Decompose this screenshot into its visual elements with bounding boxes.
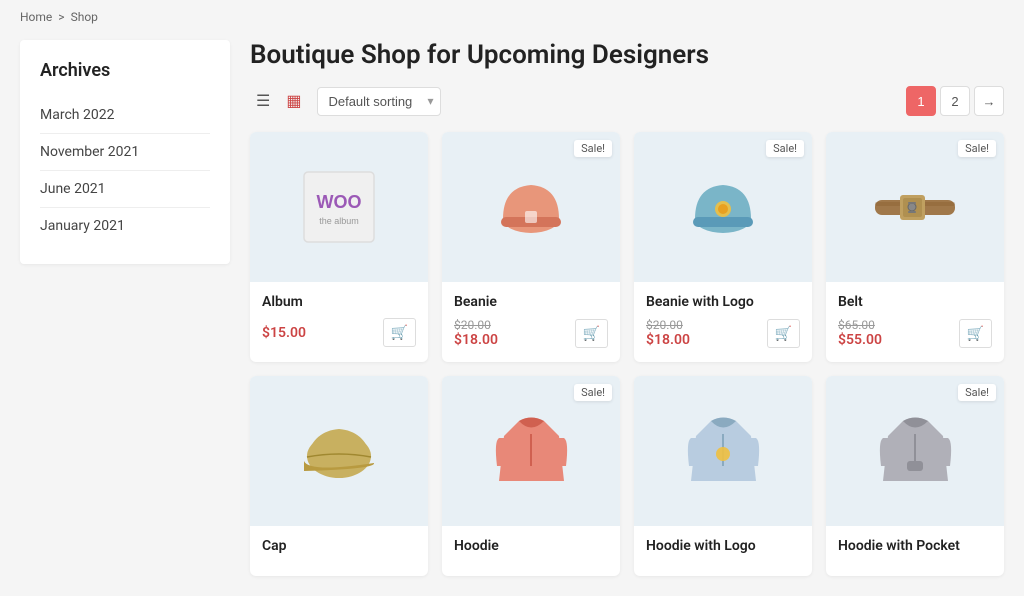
product-image [870, 162, 960, 252]
page-button-next[interactable]: → [974, 86, 1004, 116]
sale-badge: Sale! [958, 140, 996, 157]
product-card[interactable]: Sale! Belt $65.00 $55.00 🛒 [826, 132, 1004, 362]
product-image [678, 406, 768, 496]
product-image-area: Sale! [634, 132, 812, 282]
sidebar-item[interactable]: March 2022 [40, 97, 210, 134]
product-pricing: $20.00 $18.00 🛒 [646, 318, 800, 348]
page-button-2[interactable]: 2 [940, 86, 970, 116]
cart-icon: 🛒 [583, 325, 600, 342]
sidebar-title: Archives [40, 60, 210, 81]
product-card[interactable]: WOO the album Album $15.00 🛒 [250, 132, 428, 362]
product-name: Hoodie with Logo [646, 538, 800, 554]
sidebar-item[interactable]: June 2021 [40, 171, 210, 208]
product-pricing: $65.00 $55.00 🛒 [838, 318, 992, 348]
product-grid: WOO the album Album $15.00 🛒 Sale! B [250, 132, 1004, 576]
cart-icon: 🛒 [775, 325, 792, 342]
product-info: Beanie $20.00 $18.00 🛒 [442, 282, 620, 362]
sale-badge: Sale! [958, 384, 996, 401]
cart-icon: 🛒 [967, 325, 984, 342]
list-icon: ☰ [256, 91, 270, 111]
product-pricing: $20.00 $18.00 🛒 [454, 318, 608, 348]
add-to-cart-button[interactable]: 🛒 [959, 319, 992, 348]
add-to-cart-button[interactable]: 🛒 [575, 319, 608, 348]
product-info: Hoodie [442, 526, 620, 576]
product-image-area: Sale! [826, 376, 1004, 526]
price-original: $20.00 [454, 318, 498, 332]
product-card[interactable]: Sale! Hoodie [442, 376, 620, 576]
price-sale: $18.00 [646, 332, 690, 348]
product-image: WOO the album [294, 162, 384, 252]
svg-text:WOO: WOO [317, 192, 362, 212]
pagination: 12→ [906, 86, 1004, 116]
product-image-area: Sale! [442, 132, 620, 282]
sale-badge: Sale! [574, 384, 612, 401]
sidebar-box: Archives March 2022November 2021June 202… [20, 40, 230, 264]
sidebar-item[interactable]: January 2021 [40, 208, 210, 244]
product-name: Beanie [454, 294, 608, 310]
view-grid-button[interactable]: ▦ [280, 87, 307, 115]
product-name: Album [262, 294, 416, 310]
price-original: $20.00 [646, 318, 690, 332]
sidebar-item[interactable]: November 2021 [40, 134, 210, 171]
product-info: Beanie with Logo $20.00 $18.00 🛒 [634, 282, 812, 362]
view-icons: ☰ ▦ [250, 87, 307, 115]
view-list-button[interactable]: ☰ [250, 87, 276, 115]
product-info: Belt $65.00 $55.00 🛒 [826, 282, 1004, 362]
product-image-area: Sale! [826, 132, 1004, 282]
price-sale: $55.00 [838, 332, 882, 348]
breadcrumb-home[interactable]: Home [20, 10, 52, 24]
sidebar: Archives March 2022November 2021June 202… [20, 40, 230, 576]
product-pricing: $15.00 🛒 [262, 318, 416, 347]
product-name: Belt [838, 294, 992, 310]
product-image [678, 162, 768, 252]
price-sale: $18.00 [454, 332, 498, 348]
product-card[interactable]: Sale! Hoodie with Pocket [826, 376, 1004, 576]
price-group: $65.00 $55.00 [838, 318, 882, 348]
cart-icon: 🛒 [391, 324, 408, 341]
product-image-area: Sale! [442, 376, 620, 526]
price-group: $20.00 $18.00 [454, 318, 498, 348]
product-info: Hoodie with Pocket [826, 526, 1004, 576]
product-name: Hoodie [454, 538, 608, 554]
product-info: Album $15.00 🛒 [250, 282, 428, 361]
price-single: $15.00 [262, 325, 306, 341]
product-card[interactable]: Cap [250, 376, 428, 576]
toolbar: ☰ ▦ Default sorting 12→ [250, 86, 1004, 116]
product-name: Hoodie with Pocket [838, 538, 992, 554]
sidebar-items: March 2022November 2021June 2021January … [40, 97, 210, 244]
product-name: Cap [262, 538, 416, 554]
breadcrumb-current: Shop [71, 10, 98, 24]
product-image-area: WOO the album [250, 132, 428, 282]
page-wrapper: Home > Shop Archives March 2022November … [0, 0, 1024, 596]
shop-title: Boutique Shop for Upcoming Designers [250, 40, 1004, 70]
product-info: Hoodie with Logo [634, 526, 812, 576]
product-image [294, 406, 384, 496]
toolbar-left: ☰ ▦ Default sorting [250, 87, 441, 116]
sort-select-wrap: Default sorting [317, 87, 441, 116]
add-to-cart-button[interactable]: 🛒 [767, 319, 800, 348]
breadcrumb: Home > Shop [20, 10, 1004, 24]
product-image [486, 162, 576, 252]
product-card[interactable]: Sale! Beanie $20.00 $18.00 🛒 [442, 132, 620, 362]
product-name: Beanie with Logo [646, 294, 800, 310]
grid-icon: ▦ [286, 91, 301, 111]
product-card[interactable]: Sale! Beanie with Logo $20.00 $18.00 🛒 [634, 132, 812, 362]
product-image-area [250, 376, 428, 526]
svg-text:the album: the album [319, 216, 359, 226]
product-image [486, 406, 576, 496]
product-card[interactable]: Hoodie with Logo [634, 376, 812, 576]
add-to-cart-button[interactable]: 🛒 [383, 318, 416, 347]
product-image [870, 406, 960, 496]
page-button-1[interactable]: 1 [906, 86, 936, 116]
sort-select[interactable]: Default sorting [317, 87, 441, 116]
product-info: Cap [250, 526, 428, 576]
main-content: Boutique Shop for Upcoming Designers ☰ ▦ [250, 40, 1004, 576]
sale-badge: Sale! [766, 140, 804, 157]
sale-badge: Sale! [574, 140, 612, 157]
price-group: $20.00 $18.00 [646, 318, 690, 348]
breadcrumb-sep: > [58, 10, 64, 24]
main-layout: Archives March 2022November 2021June 202… [20, 40, 1004, 576]
price-original: $65.00 [838, 318, 882, 332]
product-image-area [634, 376, 812, 526]
